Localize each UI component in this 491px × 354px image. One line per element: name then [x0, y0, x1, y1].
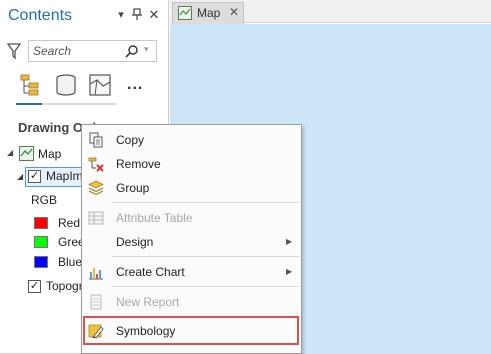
channel-label: Blue [58, 255, 82, 269]
menu-item-design[interactable]: Design ▶ [82, 229, 301, 255]
chevron-down-icon[interactable]: ▾ [114, 8, 128, 22]
map-icon [178, 6, 192, 20]
search-box: ▾ [28, 40, 157, 62]
rgb-label: RGB [31, 193, 58, 207]
report-icon [88, 294, 104, 310]
submenu-arrow-icon: ▶ [286, 267, 293, 276]
collapse-triangle-icon[interactable]: ◢ [17, 172, 23, 181]
more-options-button[interactable]: ... [127, 76, 143, 94]
menu-item-remove[interactable]: Remove [82, 151, 301, 177]
active-tool-indicator [16, 103, 42, 105]
menu-label: Create Chart [116, 265, 185, 279]
search-icon[interactable] [125, 44, 139, 58]
group-layers-icon [88, 180, 104, 196]
remove-icon [88, 156, 104, 172]
menu-label: Copy [116, 133, 145, 147]
menu-separator [112, 202, 300, 203]
menu-label: Attribute Table [116, 211, 193, 225]
copy-icon [88, 132, 104, 148]
menu-item-group[interactable]: Group [82, 175, 301, 201]
tab-map[interactable]: Map ✕ [172, 2, 244, 24]
list-by-data-source-button[interactable] [53, 72, 79, 98]
map-selection-icon [89, 74, 111, 96]
menu-label: Group [116, 181, 150, 195]
menu-item-create-chart[interactable]: Create Chart ▶ [82, 259, 301, 285]
tree-item-topographic[interactable]: Topographic [46, 277, 82, 295]
menu-label: New Report [116, 295, 180, 309]
menu-label: Design [116, 235, 154, 249]
channel-label: Red: [58, 216, 82, 230]
blue-swatch[interactable] [34, 256, 48, 268]
pin-icon[interactable] [130, 8, 144, 22]
list-by-selection-button[interactable] [87, 72, 113, 98]
menu-item-new-report: New Report [82, 289, 301, 315]
red-swatch[interactable] [34, 217, 48, 229]
green-swatch[interactable] [34, 236, 48, 248]
database-icon [56, 74, 76, 96]
map-icon [19, 146, 34, 164]
layer-visibility-checkbox[interactable]: ✓ [28, 170, 41, 183]
collapse-triangle-icon[interactable]: ◢ [7, 148, 13, 157]
table-icon [88, 210, 104, 226]
drawing-order-icon [20, 74, 39, 96]
basemap-visibility-checkbox[interactable]: ✓ [28, 280, 41, 293]
menu-separator [112, 256, 300, 257]
tree-item-map-image-layer[interactable]: MapImageLayer [46, 167, 84, 185]
pane-title: Contents [8, 7, 73, 24]
menu-item-copy[interactable]: Copy [82, 127, 301, 153]
channel-label: Green [58, 235, 82, 249]
tree-item-map[interactable]: Map [38, 145, 61, 163]
search-input[interactable] [33, 43, 121, 59]
chart-icon [88, 264, 104, 280]
submenu-arrow-icon: ▶ [286, 237, 293, 246]
tab-label: Map [197, 6, 221, 20]
pane-header: Contents ▾ ✕ [0, 0, 169, 32]
list-by-drawing-order-button[interactable] [17, 72, 43, 98]
menu-item-attribute-table: Attribute Table [82, 205, 301, 231]
symbology-highlight [83, 316, 299, 345]
filter-icon[interactable] [6, 42, 22, 60]
menu-label: Remove [116, 157, 161, 171]
close-icon[interactable]: ✕ [229, 5, 239, 19]
menu-separator [112, 286, 300, 287]
close-icon[interactable]: ✕ [147, 8, 161, 22]
chevron-down-icon[interactable]: ▾ [144, 44, 149, 55]
